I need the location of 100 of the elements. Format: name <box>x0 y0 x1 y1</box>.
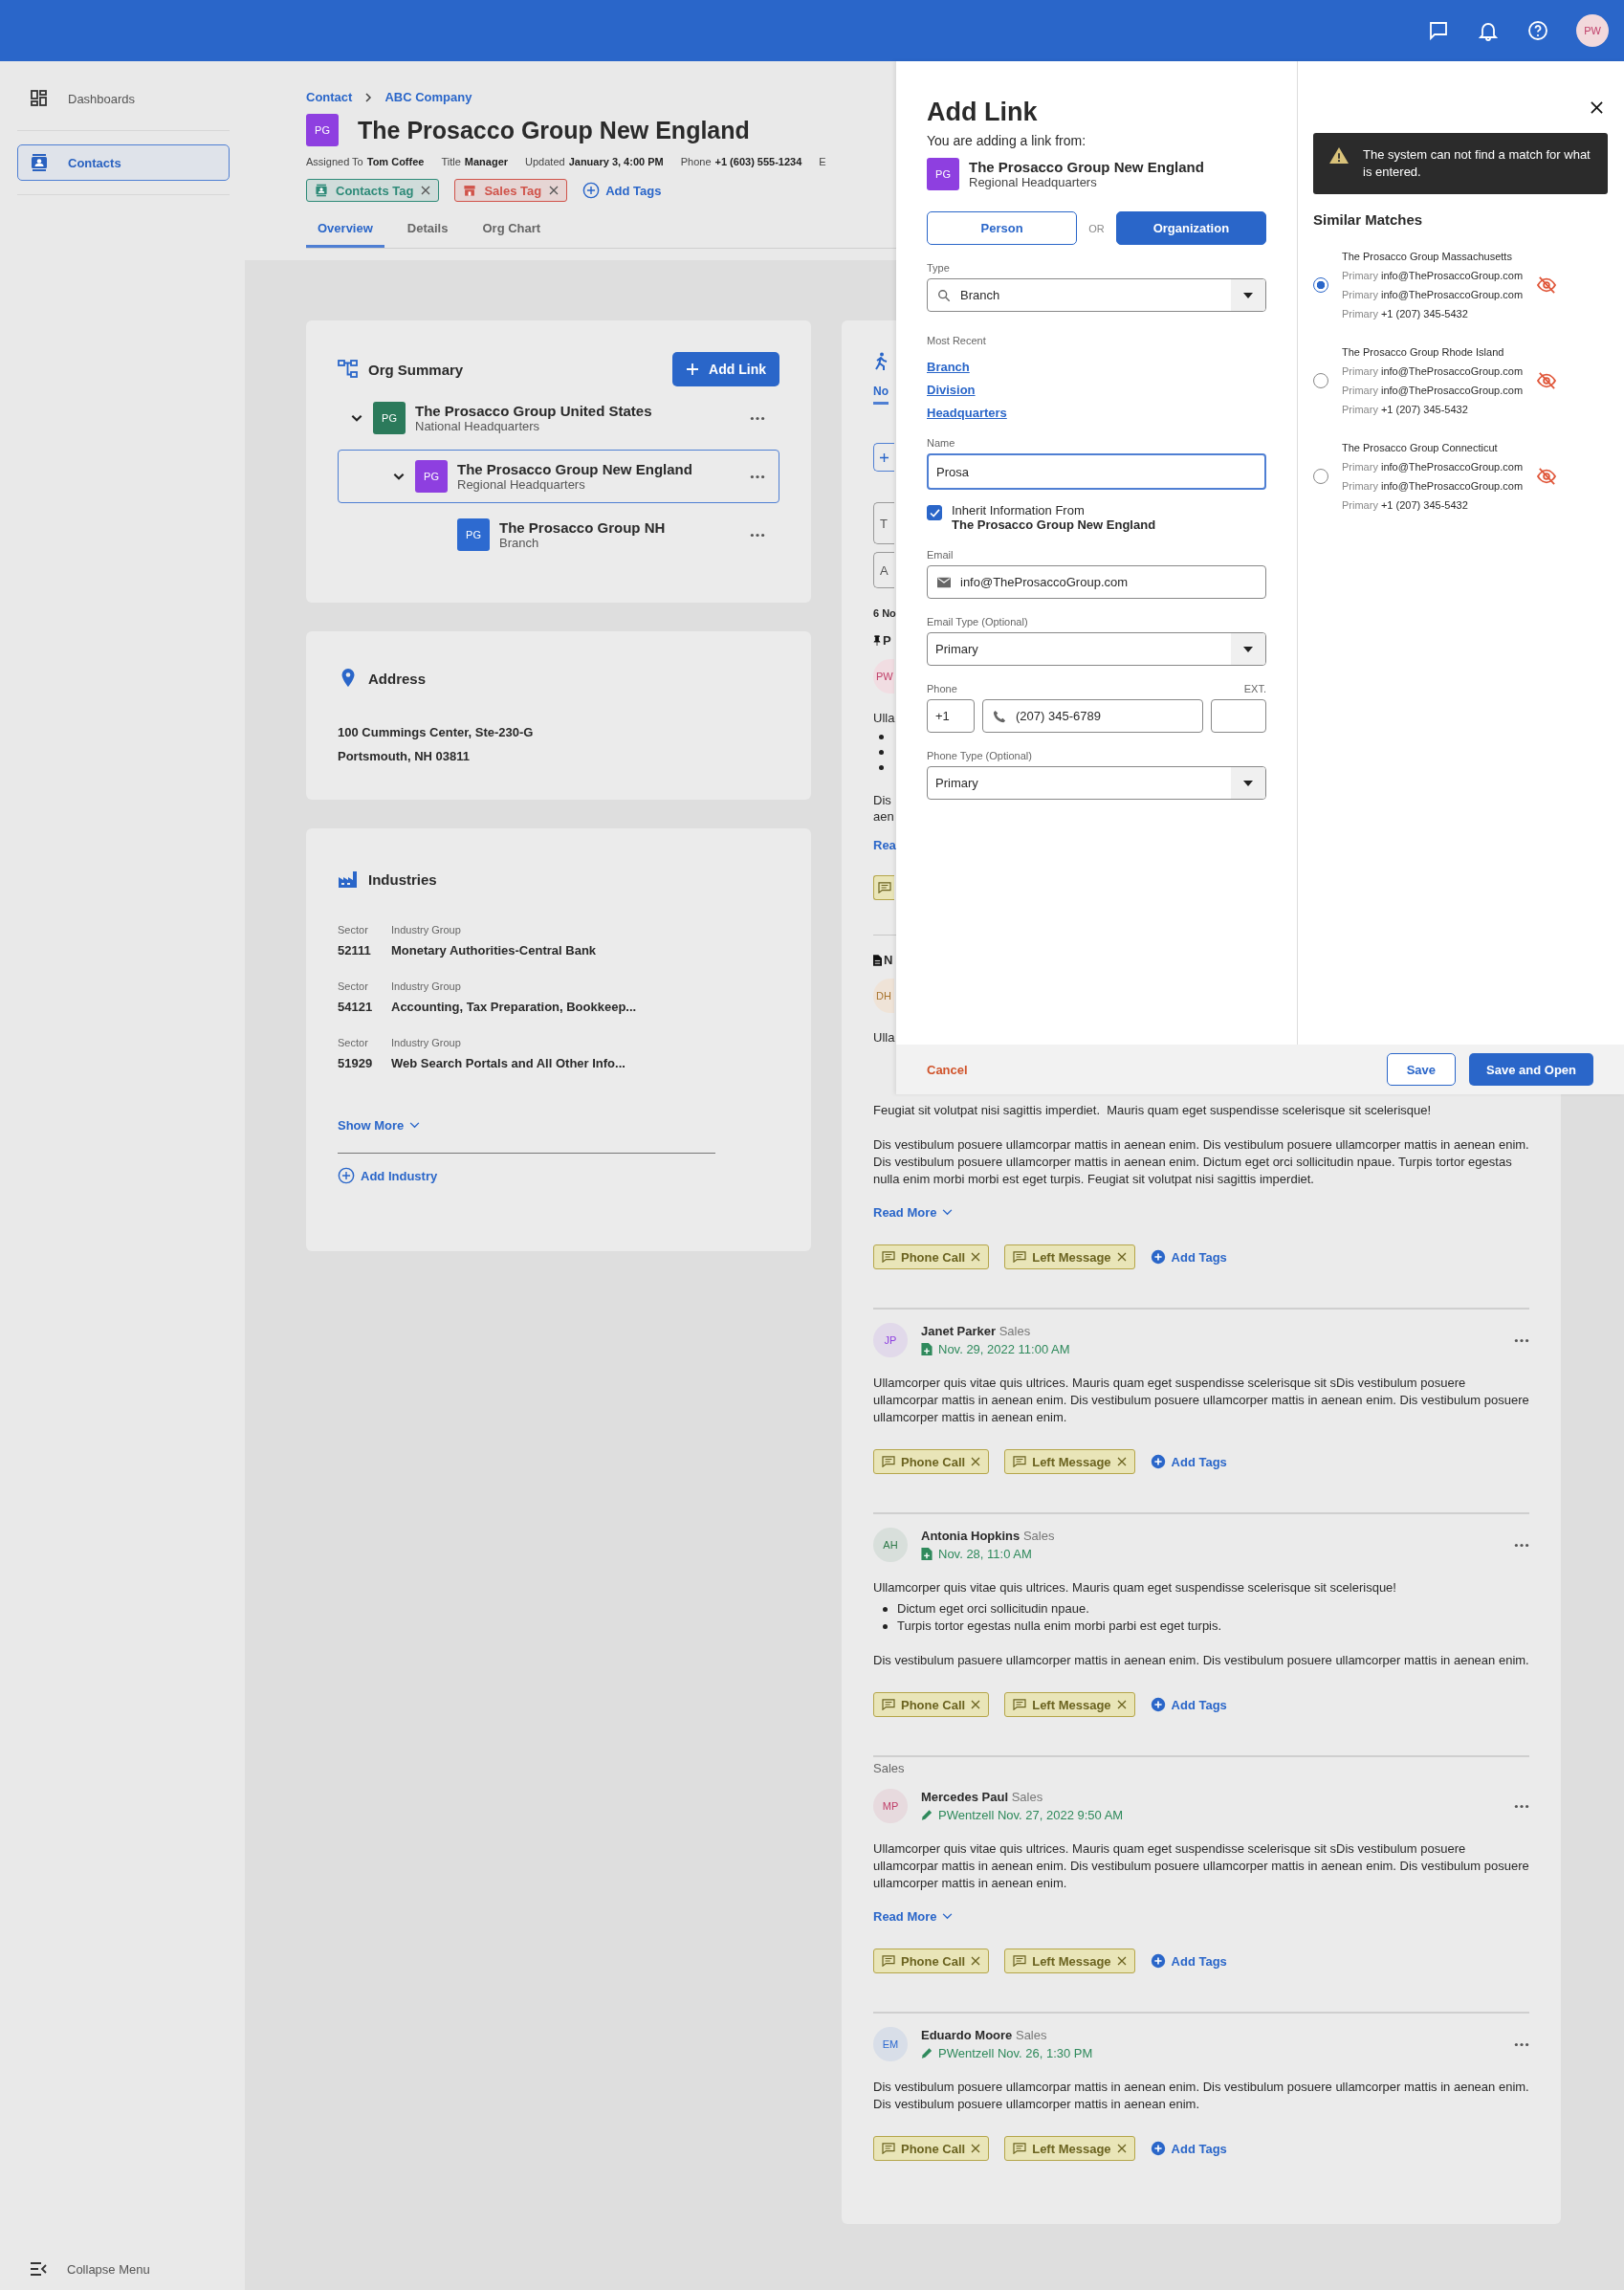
org-tree-row[interactable]: PG The Prosacco Group New England Regional Headquarters <box>338 450 779 503</box>
cancel-button[interactable]: Cancel <box>927 1062 1373 1077</box>
input-field[interactable]: A <box>873 552 894 588</box>
radio-button[interactable] <box>1313 469 1328 484</box>
eye-off-icon[interactable] <box>1536 372 1558 389</box>
breadcrumb-link[interactable]: Contact <box>306 90 353 104</box>
tag-chip[interactable] <box>873 875 894 900</box>
tab[interactable]: Details <box>395 221 460 248</box>
note-author: Eduardo Moore Sales <box>921 2028 1048 2042</box>
sidebar-item[interactable]: Contacts <box>17 144 230 181</box>
tag-chip[interactable]: Phone Call <box>873 1692 990 1717</box>
tag-chip[interactable]: Left Message <box>1004 2136 1135 2161</box>
field-label: Sector <box>338 1037 369 1048</box>
sidebar-item[interactable]: Dashboards <box>17 80 230 117</box>
read-more-link[interactable]: Rea <box>873 838 896 852</box>
more-icon[interactable] <box>1514 1803 1529 1809</box>
add-tags-link[interactable]: Add Tags <box>1150 1249 1227 1265</box>
close-icon[interactable] <box>1591 101 1603 114</box>
more-icon[interactable] <box>750 415 765 421</box>
match-detail: Primary info@TheProsaccoGroup.com <box>1342 385 1524 396</box>
card-title: Org Summary <box>368 361 465 378</box>
input-field[interactable]: T <box>873 502 894 544</box>
user-avatar: PW <box>873 659 894 694</box>
more-icon[interactable] <box>1514 1337 1529 1343</box>
org-type: Regional Headquarters <box>969 175 1098 189</box>
show-more-link[interactable]: Show More <box>338 1118 421 1133</box>
org-avatar: PG <box>415 460 448 493</box>
alert-message: The system can not find a match for what is entered. <box>1363 146 1591 181</box>
add-tags-link[interactable]: Add Tags <box>1150 1953 1227 1969</box>
org-tree-row[interactable]: PG The Prosacco Group United States National Headquarters <box>338 391 779 445</box>
match-detail: Primary info@TheProsaccoGroup.com <box>1342 289 1524 300</box>
comment-icon <box>1013 2143 1027 2154</box>
tag-chip[interactable]: Sales Tag <box>454 179 568 202</box>
org-tree-row[interactable]: PG The Prosacco Group NH Branch <box>338 508 779 561</box>
email-input[interactable]: info@TheProsaccoGroup.com <box>927 565 1266 599</box>
more-icon[interactable] <box>750 473 765 479</box>
drawer-title: Add Link <box>927 98 1038 127</box>
tag-chip[interactable]: Phone Call <box>873 2136 990 2161</box>
radio-button[interactable] <box>1313 277 1328 293</box>
add-circle-icon <box>338 1167 355 1184</box>
more-icon[interactable] <box>750 532 765 538</box>
tag-chip[interactable]: Left Message <box>1004 1449 1135 1474</box>
read-more-link[interactable]: Read More <box>873 1205 954 1220</box>
tag-chip[interactable]: Left Message <box>1004 1949 1135 1973</box>
breadcrumb-link[interactable]: ABC Company <box>384 90 472 104</box>
chat-icon[interactable] <box>1427 19 1450 42</box>
add-tags-link[interactable]: Add Tags <box>1150 1697 1227 1712</box>
phone-input[interactable]: (207) 345-6789 <box>982 699 1203 733</box>
note-date: Nov. 29, 2022 11:00 AM <box>921 1342 1501 1356</box>
phone-type-select[interactable]: Primary <box>927 766 1266 800</box>
recent-type-link[interactable]: Headquarters <box>927 406 1007 420</box>
link-type-button[interactable]: Organization <box>1115 211 1266 245</box>
save-button[interactable]: Save <box>1386 1053 1457 1086</box>
tag-chip[interactable]: Left Message <box>1004 1692 1135 1717</box>
add-tags-link[interactable]: Add Tags <box>1150 2141 1227 2156</box>
tag-chip[interactable]: Phone Call <box>873 1949 990 1973</box>
add-tags-link[interactable]: Add Tags <box>1150 1454 1227 1469</box>
tab[interactable]: Overview <box>306 221 384 248</box>
add-tags-link[interactable]: Add Tags <box>582 182 662 199</box>
match-name: The Prosacco Group Rhode Island <box>1342 346 1505 358</box>
match-detail: Primary info@TheProsaccoGroup.com <box>1342 480 1524 492</box>
eye-off-icon[interactable] <box>1536 468 1558 485</box>
user-avatar[interactable]: PW <box>1576 14 1609 47</box>
link-type-button[interactable]: Person <box>927 211 1078 245</box>
tag-chip[interactable]: Left Message <box>1004 1244 1135 1269</box>
drawer-subtitle: You are adding a link from: <box>927 133 1086 148</box>
match-detail: Primary info@TheProsaccoGroup.com <box>1342 270 1524 281</box>
tag-chip[interactable]: Phone Call <box>873 1449 990 1474</box>
collapse-menu-button[interactable]: Collapse Menu <box>0 2259 245 2279</box>
tag-chip[interactable]: Contacts Tag <box>306 179 440 202</box>
hierarchy-icon <box>338 359 359 380</box>
match-name: The Prosacco Group Connecticut <box>1342 442 1499 453</box>
warning-icon <box>1328 146 1350 165</box>
tag-chip[interactable]: Phone Call <box>873 1244 990 1269</box>
checkbox[interactable] <box>927 505 942 520</box>
extension-input[interactable] <box>1211 699 1266 733</box>
caret-icon <box>1243 292 1253 298</box>
radio-button[interactable] <box>1313 373 1328 388</box>
email-type-select[interactable]: Primary <box>927 632 1266 666</box>
check-icon <box>929 508 940 517</box>
tab[interactable]: Org Chart <box>471 221 553 248</box>
bullet-icon <box>879 765 884 770</box>
add-link-button[interactable]: Add Link <box>672 352 779 386</box>
add-button[interactable] <box>873 443 894 472</box>
type-select[interactable]: Branch <box>927 278 1266 312</box>
country-code-input[interactable]: +1 <box>927 699 975 733</box>
name-input[interactable]: Prosa <box>927 453 1266 490</box>
match-detail: Primary +1 (207) 345-5432 <box>1342 499 1469 511</box>
save-and-open-button[interactable]: Save and Open <box>1469 1053 1593 1086</box>
add-industry-link[interactable]: Add Industry <box>338 1167 438 1184</box>
note-text: Ulla <box>873 1030 895 1045</box>
read-more-link[interactable]: Read More <box>873 1909 954 1924</box>
more-icon[interactable] <box>1514 2041 1529 2047</box>
eye-off-icon[interactable] <box>1536 276 1558 294</box>
recent-type-link[interactable]: Branch <box>927 360 970 374</box>
field-label: Industry Group <box>391 980 462 992</box>
recent-type-link[interactable]: Division <box>927 383 976 397</box>
tab[interactable]: No <box>873 385 889 405</box>
more-icon[interactable] <box>1514 1542 1529 1548</box>
help-icon[interactable] <box>1526 19 1549 42</box>
